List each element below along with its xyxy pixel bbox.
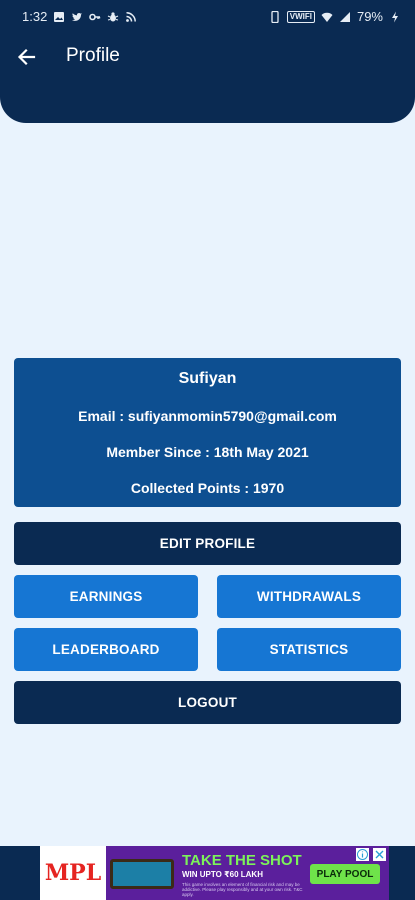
ad-info-icon[interactable] [356,848,369,861]
ad-close-icon[interactable] [373,848,386,861]
profile-email: Email : sufiyanmomin5790@gmail.com [78,408,337,424]
battery-level: 79% [356,9,383,24]
page-title: Profile [66,45,120,66]
phone-icon [271,10,279,23]
bug-icon [108,11,119,21]
pool-table-image [110,859,174,889]
edit-profile-button[interactable]: EDIT PROFILE [14,522,401,565]
ad-creative[interactable]: MPL TAKE THE SHOT WIN UPTO ₹60 LAKH This… [40,846,389,900]
earnings-button[interactable]: EARNINGS [14,575,198,618]
status-bar-right: VWIFI 79% [269,9,401,24]
key-icon [89,13,101,20]
leaderboard-button[interactable]: LEADERBOARD [14,628,198,671]
status-bar-left: 1:32 [22,9,137,24]
app-header: 1:32 VWIFI 79% Profile [0,0,415,123]
signal-icon [339,11,350,22]
withdrawals-button[interactable]: WITHDRAWALS [217,575,401,618]
ad-headline: TAKE THE SHOT [182,852,302,869]
profile-card: Sufiyan Email : sufiyanmomin5790@gmail.c… [14,358,401,507]
battery-charging-icon [392,11,398,22]
back-arrow-icon[interactable] [14,44,40,70]
ad-fine-print: This game involves an element of financi… [182,882,303,897]
ad-cta-button[interactable]: PLAY POOL [310,864,380,884]
carrier-badge: VWIFI [286,10,315,23]
profile-points: Collected Points : 1970 [130,480,285,496]
logout-button[interactable]: LOGOUT [14,681,401,724]
ad-subline: WIN UPTO ₹60 LAKH [182,870,263,879]
wifi-icon [321,12,333,22]
rss-icon [126,11,137,22]
status-time: 1:32 [22,9,48,24]
image-icon [54,11,65,22]
profile-name: Sufiyan [178,370,237,387]
ad-banner[interactable]: MPL TAKE THE SHOT WIN UPTO ₹60 LAKH This… [0,846,415,900]
status-bar: 1:32 VWIFI 79% [0,0,415,32]
ad-brand-logo: MPL [40,846,106,900]
statistics-button[interactable]: STATISTICS [217,628,401,671]
profile-member-since: Member Since : 18th May 2021 [106,444,309,460]
twitter-icon [72,12,83,21]
